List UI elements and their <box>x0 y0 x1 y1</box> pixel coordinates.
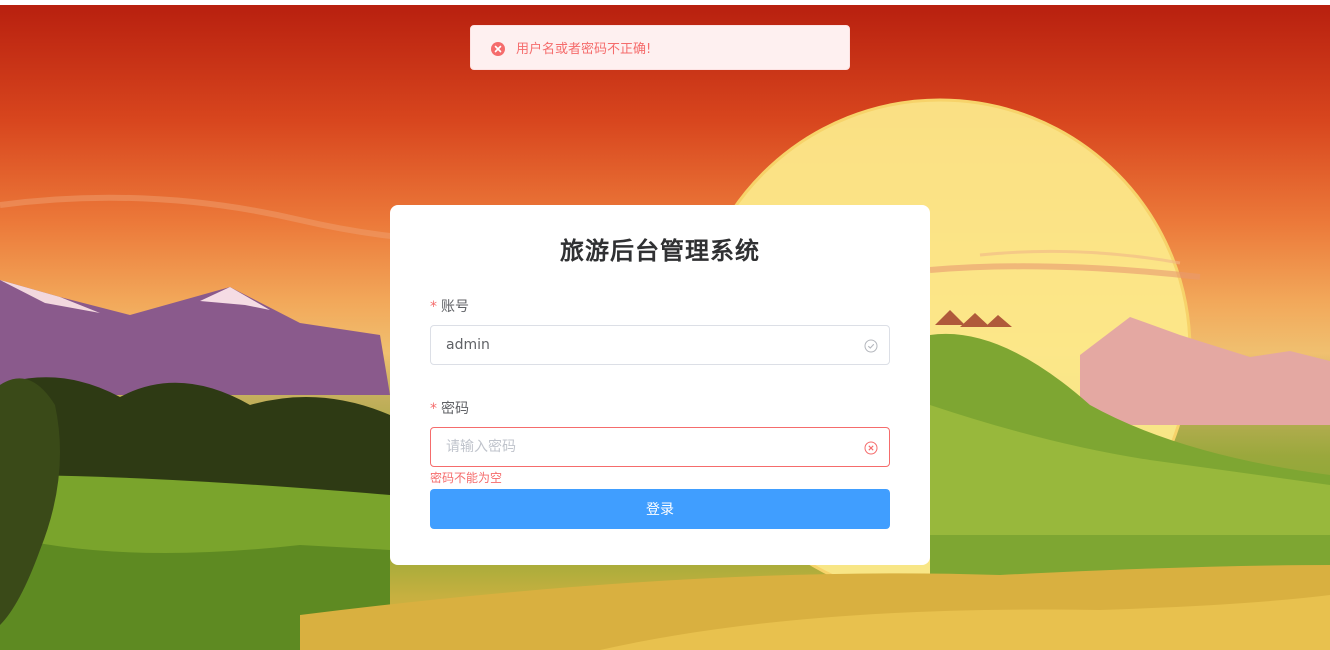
check-circle-icon <box>864 338 878 353</box>
password-input[interactable] <box>446 428 846 466</box>
account-input[interactable] <box>446 326 846 364</box>
password-label-row: * 密码 <box>430 398 469 418</box>
login-card: 旅游后台管理系统 *账号 *密码 密码不能为空 登录 <box>390 205 930 565</box>
error-toast: 用户名或者密码不正确! <box>470 25 850 70</box>
toast-message: 用户名或者密码不正确! <box>516 42 652 57</box>
error-circle-icon <box>491 41 505 56</box>
password-error-text: 密码不能为空 <box>430 471 503 485</box>
login-button[interactable]: 登录 <box>430 489 890 529</box>
account-label-row: * 账号 <box>430 296 469 316</box>
required-mark: * <box>430 299 437 315</box>
account-label: 账号 <box>441 299 469 315</box>
error-circle-icon <box>864 440 878 455</box>
password-field[interactable] <box>430 427 890 467</box>
password-label: 密码 <box>441 401 469 417</box>
required-mark: * <box>430 401 437 417</box>
account-field[interactable] <box>430 325 890 365</box>
page-title: 旅游后台管理系统 <box>560 237 760 265</box>
